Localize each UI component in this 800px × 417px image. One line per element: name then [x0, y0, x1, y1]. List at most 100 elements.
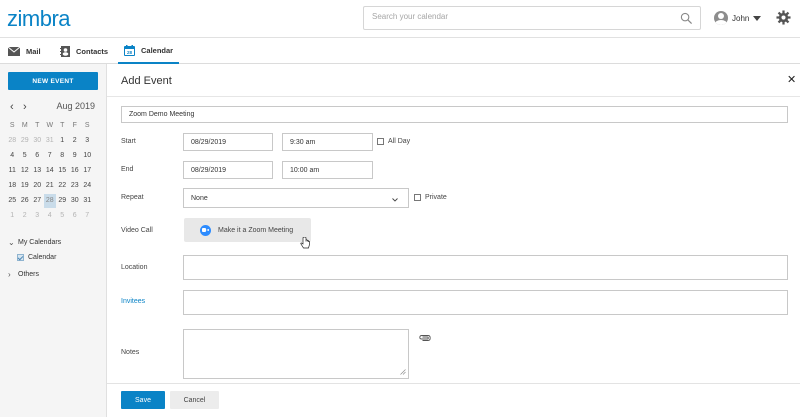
tab-contacts[interactable]: Contacts [60, 38, 108, 64]
calendar-day[interactable]: 19 [19, 179, 32, 193]
calendar-day[interactable]: 4 [6, 149, 19, 163]
calendar-day[interactable]: 29 [19, 134, 32, 148]
gear-icon[interactable] [776, 10, 791, 25]
weekday-label: T [60, 122, 65, 129]
all-day-checkbox[interactable] [377, 138, 384, 145]
tab-calendar[interactable]: 28 Calendar [118, 38, 180, 64]
calendar-day[interactable]: 17 [81, 164, 94, 178]
user-name: John [732, 13, 750, 23]
search-input[interactable] [372, 12, 662, 21]
calendar-day[interactable]: 7 [44, 149, 57, 163]
chevron-left-icon[interactable]: ‹ [10, 101, 14, 113]
zoom-meeting-button[interactable]: Make it a Zoom Meeting [184, 218, 311, 242]
calendar-day[interactable]: 8 [56, 149, 69, 163]
calendar-day[interactable]: 7 [81, 209, 94, 223]
calendar-day[interactable]: 28 [6, 134, 19, 148]
calendar-day[interactable]: 6 [69, 209, 82, 223]
notes-label: Notes [121, 349, 140, 356]
others-section[interactable]: › Others [8, 270, 39, 279]
calendar-day[interactable]: 31 [44, 134, 57, 148]
user-menu[interactable]: John [714, 9, 762, 27]
calendar-day[interactable]: 6 [31, 149, 44, 163]
event-name-input[interactable]: Zoom Demo Meeting [121, 106, 788, 123]
chevron-right-icon[interactable]: › [23, 101, 27, 113]
save-button[interactable]: Save [121, 391, 165, 409]
mini-calendar-month: Aug 2019 [56, 101, 95, 111]
calendar-day[interactable]: 21 [44, 179, 57, 193]
calendar-day[interactable]: 13 [31, 164, 44, 178]
calendar-day[interactable]: 24 [81, 179, 94, 193]
calendar-day[interactable]: 16 [69, 164, 82, 178]
calendar-day[interactable]: 10 [81, 149, 94, 163]
start-date-input[interactable]: 08/29/2019 [183, 133, 273, 151]
chevron-down-icon [753, 15, 762, 21]
calendar-day[interactable]: 15 [56, 164, 69, 178]
calendar-day[interactable]: 1 [56, 134, 69, 148]
calendar-week-row: 4 5 6 7 8 9 10 [6, 149, 100, 164]
divider [107, 383, 800, 384]
calendar-week-row: 28 29 30 31 1 2 3 [6, 134, 100, 149]
all-day-toggle[interactable]: All Day [377, 138, 410, 145]
close-icon[interactable]: ✕ [787, 73, 796, 86]
my-calendars-section[interactable]: ⌄ My Calendars [8, 238, 61, 247]
invitees-link[interactable]: Invitees [121, 298, 145, 305]
calendar-day[interactable]: 2 [19, 209, 32, 223]
envelope-icon [8, 46, 20, 56]
tab-mail[interactable]: Mail [8, 38, 41, 64]
calendar-list-item[interactable]: Calendar [17, 254, 56, 261]
zoom-icon [200, 224, 211, 236]
chevron-right-icon: › [8, 270, 11, 279]
add-event-panel: Add Event ✕ Zoom Demo Meeting Start 08/2… [107, 64, 800, 417]
video-call-label: Video Call [121, 227, 153, 234]
calendar-day[interactable]: 11 [6, 164, 19, 178]
calendar-day[interactable]: 1 [6, 209, 19, 223]
private-toggle[interactable]: Private [414, 194, 447, 201]
calendar-week-row: 1234567 [6, 209, 100, 224]
calendar-day[interactable]: 22 [56, 179, 69, 193]
calendar-day[interactable]: 4 [44, 209, 57, 223]
repeat-select[interactable]: None [183, 188, 409, 208]
calendar-day[interactable]: 27 [31, 194, 44, 208]
calendar-weekday-row: SMTWTFS [6, 119, 100, 134]
end-time-input[interactable]: 10:00 am [282, 161, 373, 179]
calendar-day[interactable]: 30 [31, 134, 44, 148]
new-event-button[interactable]: NEW EVENT [8, 72, 98, 90]
end-date-input[interactable]: 08/29/2019 [183, 161, 273, 179]
calendar-day[interactable]: 3 [81, 134, 94, 148]
calendar-day[interactable]: 5 [19, 149, 32, 163]
calendar-day[interactable]: 30 [69, 194, 82, 208]
search-icon[interactable] [680, 12, 693, 25]
calendar-day[interactable]: 26 [19, 194, 32, 208]
end-label: End [121, 166, 134, 173]
cancel-button[interactable]: Cancel [170, 391, 219, 409]
calendar-day[interactable]: 3 [31, 209, 44, 223]
calendar-week-row: 11 12 13 14 15 16 17 [6, 164, 100, 179]
calendar-checkbox[interactable] [17, 254, 24, 261]
calendar-day[interactable]: 12 [19, 164, 32, 178]
search-box[interactable] [363, 6, 701, 30]
calendar-day[interactable]: 9 [69, 149, 82, 163]
paperclip-icon[interactable] [419, 334, 431, 342]
calendar-day[interactable]: 18 [6, 179, 19, 193]
weekday-label: M [21, 122, 28, 129]
calendar-day[interactable]: 23 [69, 179, 82, 193]
sidebar: NEW EVENT ‹ › Aug 2019 S M T W T F S 28 29 30 31 1 2… [0, 64, 107, 417]
start-time-input[interactable]: 9:30 am [282, 133, 373, 151]
resize-handle-icon[interactable] [400, 369, 406, 375]
calendar-day[interactable]: 2 [69, 134, 82, 148]
calendar-day[interactable]: 14 [44, 164, 57, 178]
calendar-day[interactable]: 25 [6, 194, 19, 208]
calendar-day[interactable]: 29 [56, 194, 69, 208]
calendar-day[interactable]: 31 [81, 194, 94, 208]
mini-calendar-header: ‹ › Aug 2019 [10, 100, 98, 114]
invitees-input[interactable] [183, 290, 788, 315]
private-label: Private [425, 194, 447, 201]
private-checkbox[interactable] [414, 194, 421, 201]
calendar-day[interactable]: 5 [56, 209, 69, 223]
calendar-day-selected[interactable]: 28 [43, 194, 56, 208]
calendar-day[interactable]: 20 [31, 179, 44, 193]
location-input[interactable] [183, 255, 788, 280]
notes-textarea[interactable] [183, 329, 409, 379]
zoom-button-label: Make it a Zoom Meeting [218, 226, 294, 234]
zimbra-logo[interactable]: zimbra [7, 6, 71, 32]
